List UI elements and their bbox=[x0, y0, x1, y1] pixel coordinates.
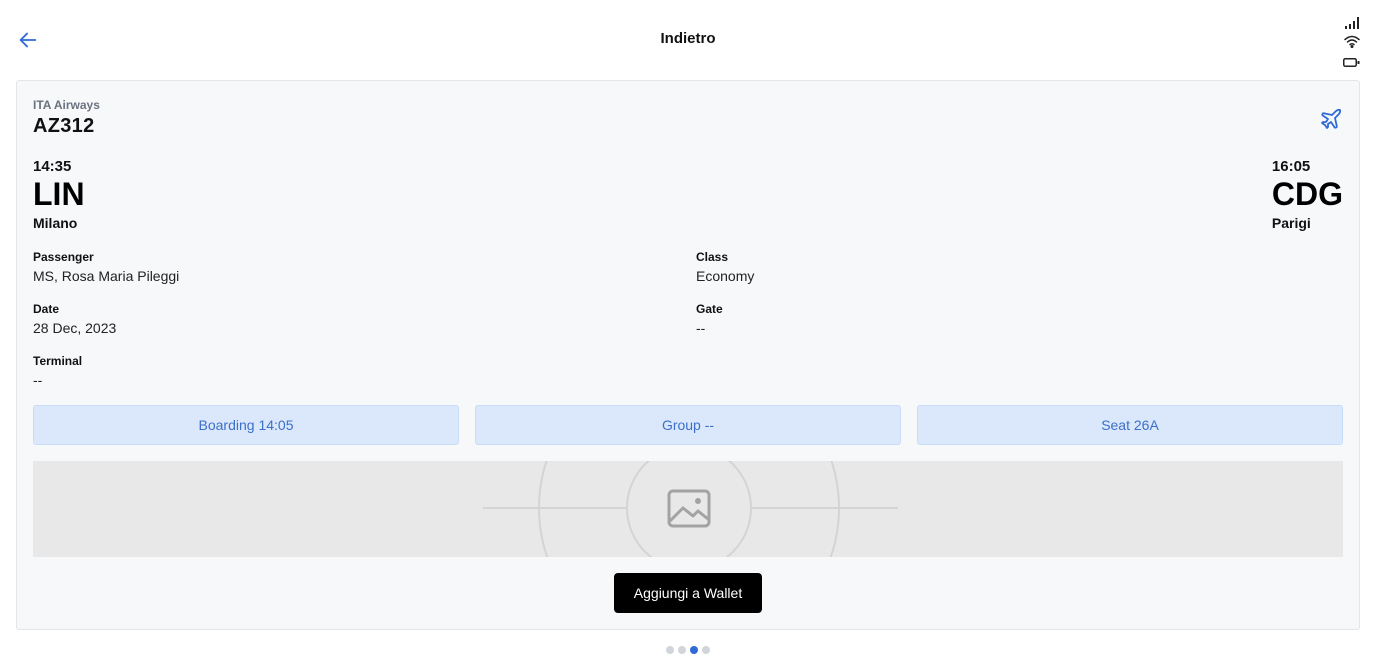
add-to-wallet-button[interactable]: Aggiungi a Wallet bbox=[614, 573, 762, 613]
date-label: Date bbox=[33, 302, 60, 316]
group-pill: Group -- bbox=[475, 405, 901, 445]
arrival-block: 16:05 CDG Parigi bbox=[1272, 158, 1343, 231]
page-indicator bbox=[666, 646, 710, 654]
wifi-icon bbox=[1344, 35, 1360, 53]
barcode-image-placeholder bbox=[33, 461, 1343, 557]
date-value: 28 Dec, 2023 bbox=[33, 320, 117, 336]
arrival-code: CDG bbox=[1271, 176, 1343, 212]
gate-field: Gate -- bbox=[696, 302, 723, 336]
gate-value: -- bbox=[696, 320, 706, 336]
airline-name: ITA Airways bbox=[33, 98, 100, 112]
class-label: Class bbox=[696, 250, 729, 264]
departure-block: 14:35 LIN Milano bbox=[33, 158, 85, 231]
status-icons bbox=[1340, 16, 1360, 72]
page-dot[interactable] bbox=[666, 646, 674, 654]
terminal-value: -- bbox=[33, 372, 43, 388]
flight-number: AZ312 bbox=[33, 115, 95, 137]
departure-city: Milano bbox=[33, 215, 78, 231]
gate-label: Gate bbox=[696, 302, 723, 316]
page-title: Indietro bbox=[660, 30, 716, 47]
passenger-field: Passenger MS, Rosa Maria Pileggi bbox=[33, 250, 179, 284]
cellular-signal-icon bbox=[1344, 16, 1360, 34]
class-field: Class Economy bbox=[696, 250, 754, 284]
passenger-value: MS, Rosa Maria Pileggi bbox=[33, 268, 180, 284]
info-pills: Boarding 14:05 Group -- Seat 26A bbox=[33, 405, 1343, 445]
page-dot[interactable] bbox=[702, 646, 710, 654]
departure-code: LIN bbox=[33, 176, 85, 212]
class-value: Economy bbox=[696, 268, 755, 284]
departure-time: 14:35 bbox=[33, 158, 72, 175]
image-placeholder-icon bbox=[483, 461, 898, 557]
arrival-time: 16:05 bbox=[1271, 158, 1311, 175]
airplane-icon[interactable] bbox=[1319, 107, 1343, 131]
battery-icon bbox=[1343, 54, 1360, 72]
page-dot[interactable] bbox=[678, 646, 686, 654]
seat-pill: Seat 26A bbox=[917, 405, 1343, 445]
terminal-label: Terminal bbox=[33, 354, 83, 368]
arrival-city: Parigi bbox=[1271, 215, 1311, 231]
terminal-field: Terminal -- bbox=[33, 354, 82, 388]
passenger-label: Passenger bbox=[33, 250, 94, 264]
boarding-time-pill: Boarding 14:05 bbox=[33, 405, 459, 445]
top-bar: Indietro bbox=[0, 0, 1376, 80]
date-field: Date 28 Dec, 2023 bbox=[33, 302, 116, 336]
page-dot-active[interactable] bbox=[690, 646, 698, 654]
boarding-pass-card: ITA Airways AZ312 14:35 LIN Milano 16:05… bbox=[16, 80, 1360, 630]
